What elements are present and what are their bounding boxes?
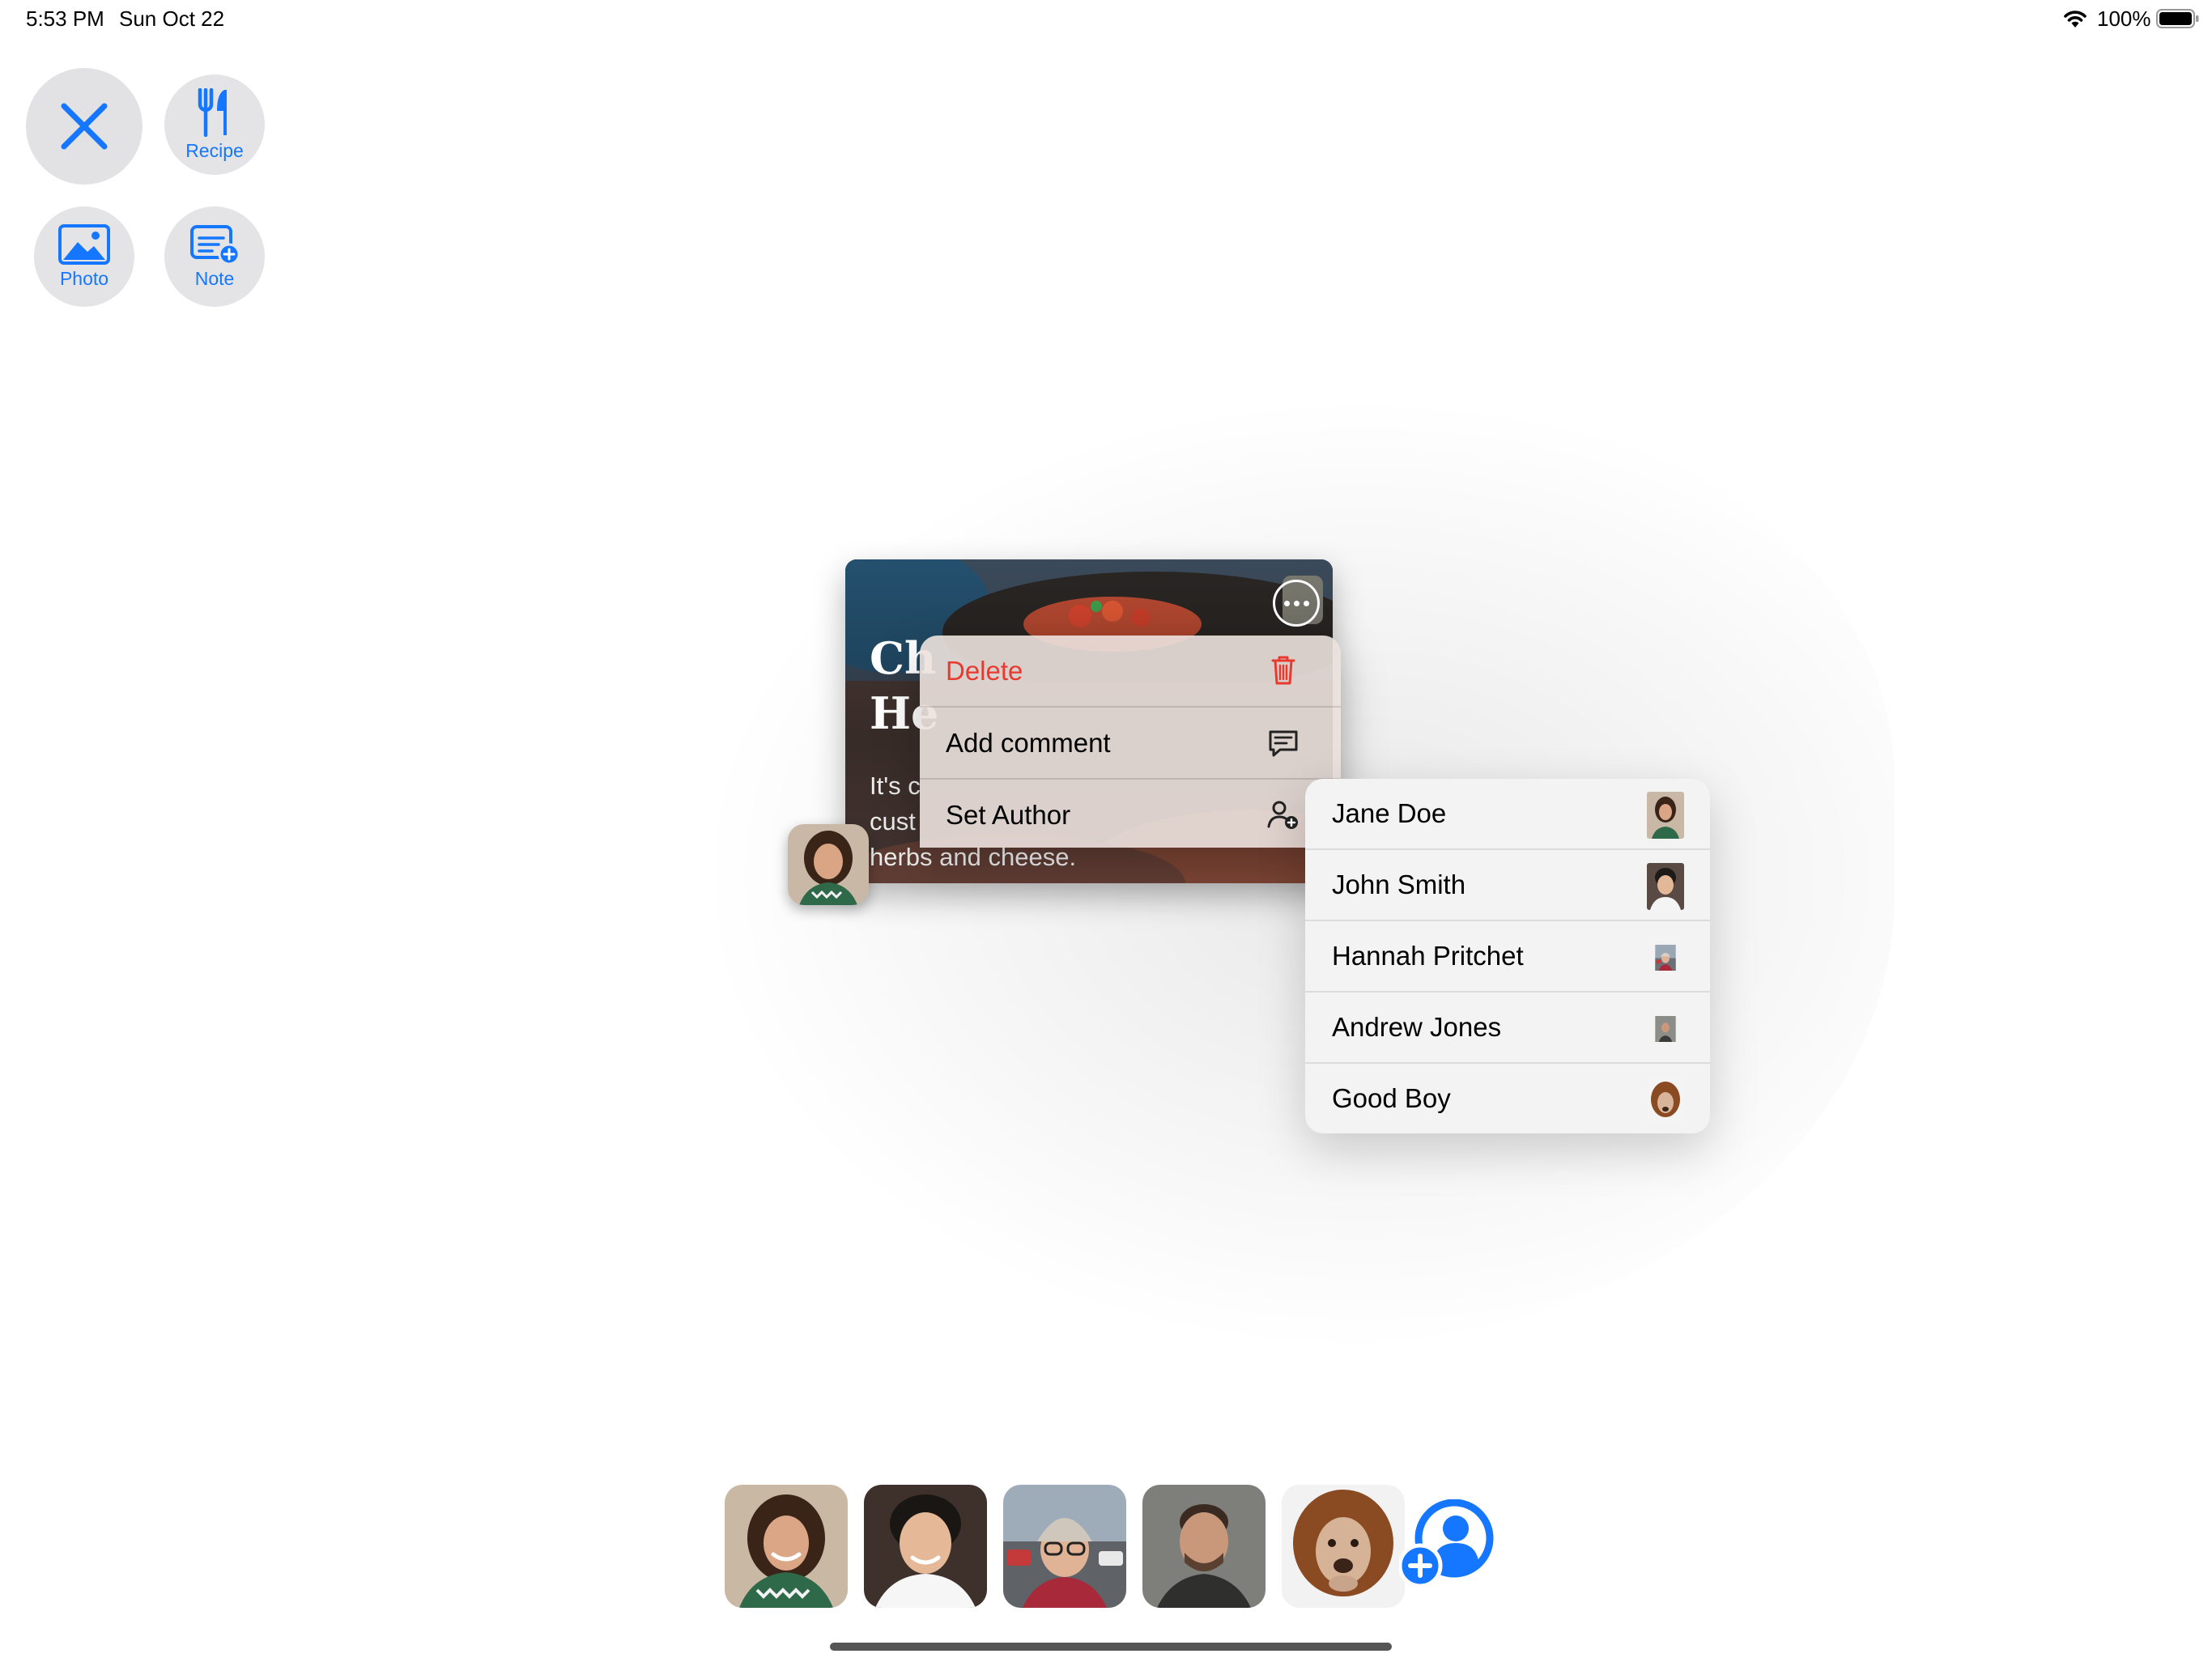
- card-author-avatar[interactable]: [788, 824, 869, 905]
- avatar-portrait: [1282, 1485, 1405, 1608]
- collaborator-avatar-good-boy[interactable]: [1282, 1485, 1405, 1608]
- author-thumbnail: [1647, 1077, 1684, 1124]
- menu-item-label: Delete: [946, 655, 1023, 686]
- more-options-button[interactable]: [1273, 580, 1320, 627]
- photo-button[interactable]: Photo: [34, 206, 134, 307]
- photo-label: Photo: [59, 267, 109, 289]
- author-thumbnail: [1655, 945, 1676, 971]
- recipe-button[interactable]: Recipe: [164, 74, 265, 175]
- recipe-label: Recipe: [185, 139, 244, 161]
- fork-knife-icon: [198, 87, 227, 137]
- author-thumbnail: [1655, 1016, 1676, 1042]
- menu-item-add-comment[interactable]: Add comment: [920, 708, 1341, 780]
- home-indicator[interactable]: [830, 1643, 1392, 1651]
- ellipsis-dot: [1293, 600, 1300, 606]
- wifi-icon: [2064, 11, 2087, 28]
- collaborator-avatar-andrew[interactable]: [1142, 1485, 1266, 1608]
- note-button[interactable]: Note: [164, 206, 265, 307]
- menu-item-set-author[interactable]: Set Author: [920, 780, 1341, 848]
- note-label: Note: [194, 267, 235, 289]
- author-option-label: Good Boy: [1332, 1083, 1451, 1113]
- author-submenu: Jane Doe John Smith Hannah Pritchet Andr…: [1305, 779, 1710, 1133]
- author-thumbnail: [1647, 863, 1684, 910]
- menu-item-label: Add comment: [946, 727, 1111, 758]
- avatar-portrait: [1142, 1485, 1266, 1608]
- collaborator-avatar-jane[interactable]: [725, 1485, 848, 1608]
- status-bar: 5:53 PM Sun Oct 22 100%: [0, 0, 2212, 40]
- avatar-portrait: [725, 1485, 848, 1608]
- collaborator-avatar-john[interactable]: [864, 1485, 987, 1608]
- note-add-icon: [190, 224, 240, 265]
- author-option-hannah-pritchet[interactable]: Hannah Pritchet: [1305, 921, 1710, 993]
- avatar-portrait: [1003, 1485, 1126, 1608]
- author-option-label: Jane Doe: [1332, 798, 1447, 828]
- comment-icon: [1269, 730, 1298, 757]
- battery-icon: [2156, 9, 2199, 28]
- ellipsis-dot: [1283, 600, 1290, 606]
- photo-icon: [58, 223, 110, 265]
- author-option-andrew-jones[interactable]: Andrew Jones: [1305, 993, 1710, 1064]
- add-collaborator-button[interactable]: [1399, 1499, 1496, 1588]
- author-option-john-smith[interactable]: John Smith: [1305, 850, 1710, 921]
- author-option-jane-doe[interactable]: Jane Doe: [1305, 779, 1710, 850]
- author-option-label: John Smith: [1332, 869, 1466, 899]
- author-option-label: Andrew Jones: [1332, 1012, 1502, 1042]
- author-portrait: [788, 824, 869, 905]
- author-option-label: Hannah Pritchet: [1332, 941, 1524, 971]
- close-button[interactable]: [26, 68, 143, 185]
- ellipsis-dot: [1303, 600, 1309, 606]
- battery-percentage: 100%: [2097, 6, 2151, 31]
- context-menu: Delete Add comment Set Author: [920, 636, 1341, 848]
- status-date: Sun Oct 22: [119, 6, 225, 31]
- trash-icon: [1271, 656, 1295, 685]
- collaborator-avatar-hannah[interactable]: [1003, 1485, 1126, 1608]
- menu-item-delete[interactable]: Delete: [920, 636, 1341, 708]
- author-thumbnail: [1647, 792, 1684, 839]
- close-icon: [61, 103, 108, 150]
- status-time: 5:53 PM: [26, 6, 104, 31]
- avatar-portrait: [864, 1485, 987, 1608]
- author-option-good-boy[interactable]: Good Boy: [1305, 1064, 1710, 1133]
- person-add-icon: [1267, 801, 1298, 829]
- menu-item-label: Set Author: [946, 799, 1071, 830]
